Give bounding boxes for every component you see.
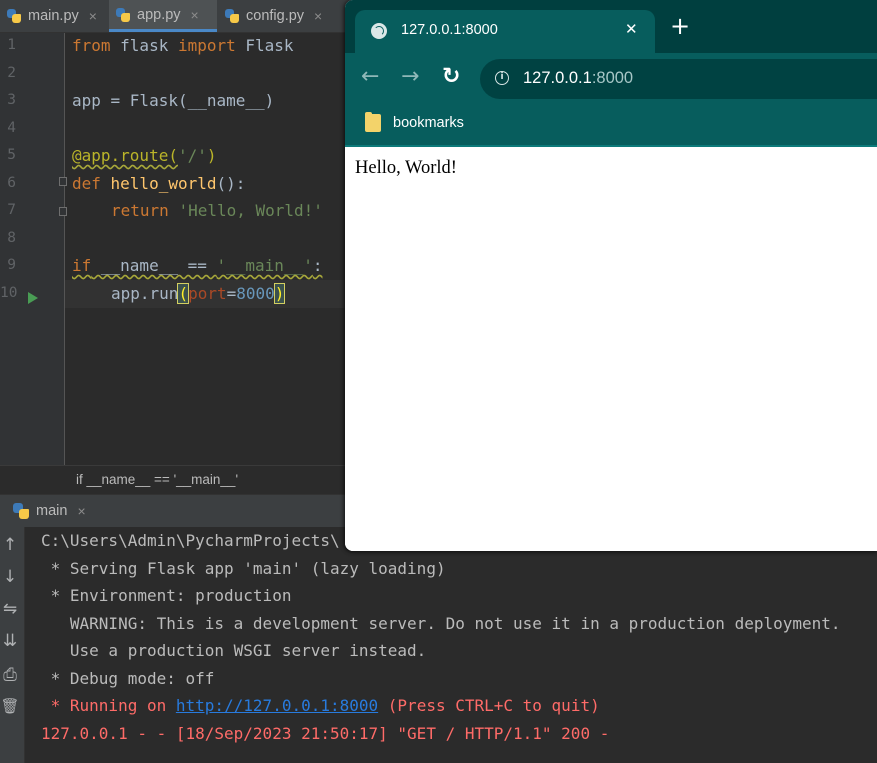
new-tab-button[interactable]: + (670, 14, 690, 38)
browser-tab-strip: 127.0.0.1:8000 ✕ + (345, 0, 877, 53)
forward-arrow-icon[interactable]: → (401, 65, 419, 89)
close-icon[interactable]: × (89, 8, 97, 24)
line-number: 4 (7, 120, 16, 136)
python-icon (12, 502, 30, 520)
soft-wrap-icon[interactable]: ⇋ (0, 599, 20, 619)
server-url-link[interactable]: http://127.0.0.1:8000 (176, 696, 378, 715)
console-line: Use a production WSGI server instead. (41, 641, 427, 660)
line-number: 6 (7, 175, 16, 191)
tab-label: main.py (28, 8, 79, 24)
code-line-5: @app.route('/') (72, 146, 217, 165)
arrow-up-icon[interactable]: ↑ (0, 535, 20, 555)
line-number: 8 (7, 230, 16, 246)
browser-tab[interactable]: 127.0.0.1:8000 ✕ (355, 10, 655, 53)
browser-window: 127.0.0.1:8000 ✕ + ← → ↻ i 127.0.0.1:800… (345, 0, 877, 551)
line-number: 5 (7, 147, 16, 163)
info-icon[interactable]: i (495, 71, 509, 85)
back-arrow-icon[interactable]: ← (361, 65, 379, 89)
print-icon[interactable]: ⎙ (0, 665, 20, 685)
code-line-6: def hello_world(): (72, 174, 246, 193)
close-icon[interactable]: × (191, 7, 199, 23)
code-line-9: if __name__ == '__main__': (72, 256, 323, 275)
run-tab-label: main (36, 503, 68, 519)
line-number: 10 (0, 285, 18, 301)
console-line: WARNING: This is a development server. D… (41, 614, 841, 633)
reload-icon[interactable]: ↻ (442, 65, 460, 89)
page-body-text: Hello, World! (355, 158, 457, 178)
console-line: * Environment: production (41, 586, 292, 605)
browser-toolbar: ← → ↻ i 127.0.0.1:8000 (345, 53, 877, 105)
tab-main-py[interactable]: main.py × (0, 0, 108, 32)
editor-gutter[interactable]: 1 2 3 4 5 6 7 8 9 10 (0, 33, 67, 465)
tab-config-py[interactable]: config.py × (218, 0, 345, 32)
line-number: 1 (7, 37, 16, 53)
console-line: * Debug mode: off (41, 669, 215, 688)
scroll-to-end-icon[interactable]: ⇊ (0, 631, 20, 651)
close-icon[interactable]: × (314, 8, 322, 24)
python-file-icon (224, 8, 240, 24)
python-file-icon (6, 8, 22, 24)
console-line-running: * Running on http://127.0.0.1:8000 (Pres… (41, 696, 600, 715)
python-file-icon (115, 7, 131, 23)
console-line: C:\Users\Admin\PycharmProjects\ (41, 531, 340, 550)
line-number: 9 (7, 257, 16, 273)
close-icon[interactable]: ✕ (625, 20, 638, 38)
close-icon[interactable]: × (77, 503, 85, 519)
code-line-10: app.run(port=8000) (111, 283, 286, 304)
run-tab-main[interactable]: main × (0, 495, 86, 527)
arrow-down-icon[interactable]: ↓ (0, 567, 20, 587)
console-line: * Serving Flask app 'main' (lazy loading… (41, 559, 446, 578)
folder-icon (365, 112, 381, 132)
bookmarks-bar: bookmarks (345, 105, 877, 147)
browser-tab-title: 127.0.0.1:8000 (401, 22, 498, 38)
bookmarks-folder[interactable]: bookmarks (393, 115, 464, 131)
code-line-3: app = Flask(__name__) (72, 91, 275, 110)
line-number: 7 (7, 202, 16, 218)
run-console[interactable]: C:\Users\Admin\PycharmProjects\ * Servin… (25, 527, 877, 763)
tab-app-py[interactable]: app.py × (109, 0, 217, 32)
line-number: 3 (7, 92, 16, 108)
address-bar-url: 127.0.0.1:8000 (523, 69, 634, 87)
run-gutter-icon[interactable] (28, 292, 38, 304)
address-bar[interactable]: i 127.0.0.1:8000 (480, 59, 877, 99)
globe-icon (371, 23, 387, 39)
line-number: 2 (7, 65, 16, 81)
breadcrumb-item[interactable]: if __name__ == '__main__' (76, 472, 238, 487)
tab-label: config.py (246, 8, 305, 24)
console-line-request-log: 127.0.0.1 - - [18/Sep/2023 21:50:17] "GE… (41, 724, 610, 743)
code-line-1: from flask import Flask (72, 36, 294, 55)
tab-label: app.py (137, 6, 181, 23)
code-line-7: return 'Hello, World!' (111, 201, 323, 220)
run-toolbar: ↑ ↓ ⇋ ⇊ ⎙ 🗑 (0, 527, 25, 763)
page-content: Hello, World! (345, 147, 877, 551)
trash-icon[interactable]: 🗑 (0, 697, 20, 715)
